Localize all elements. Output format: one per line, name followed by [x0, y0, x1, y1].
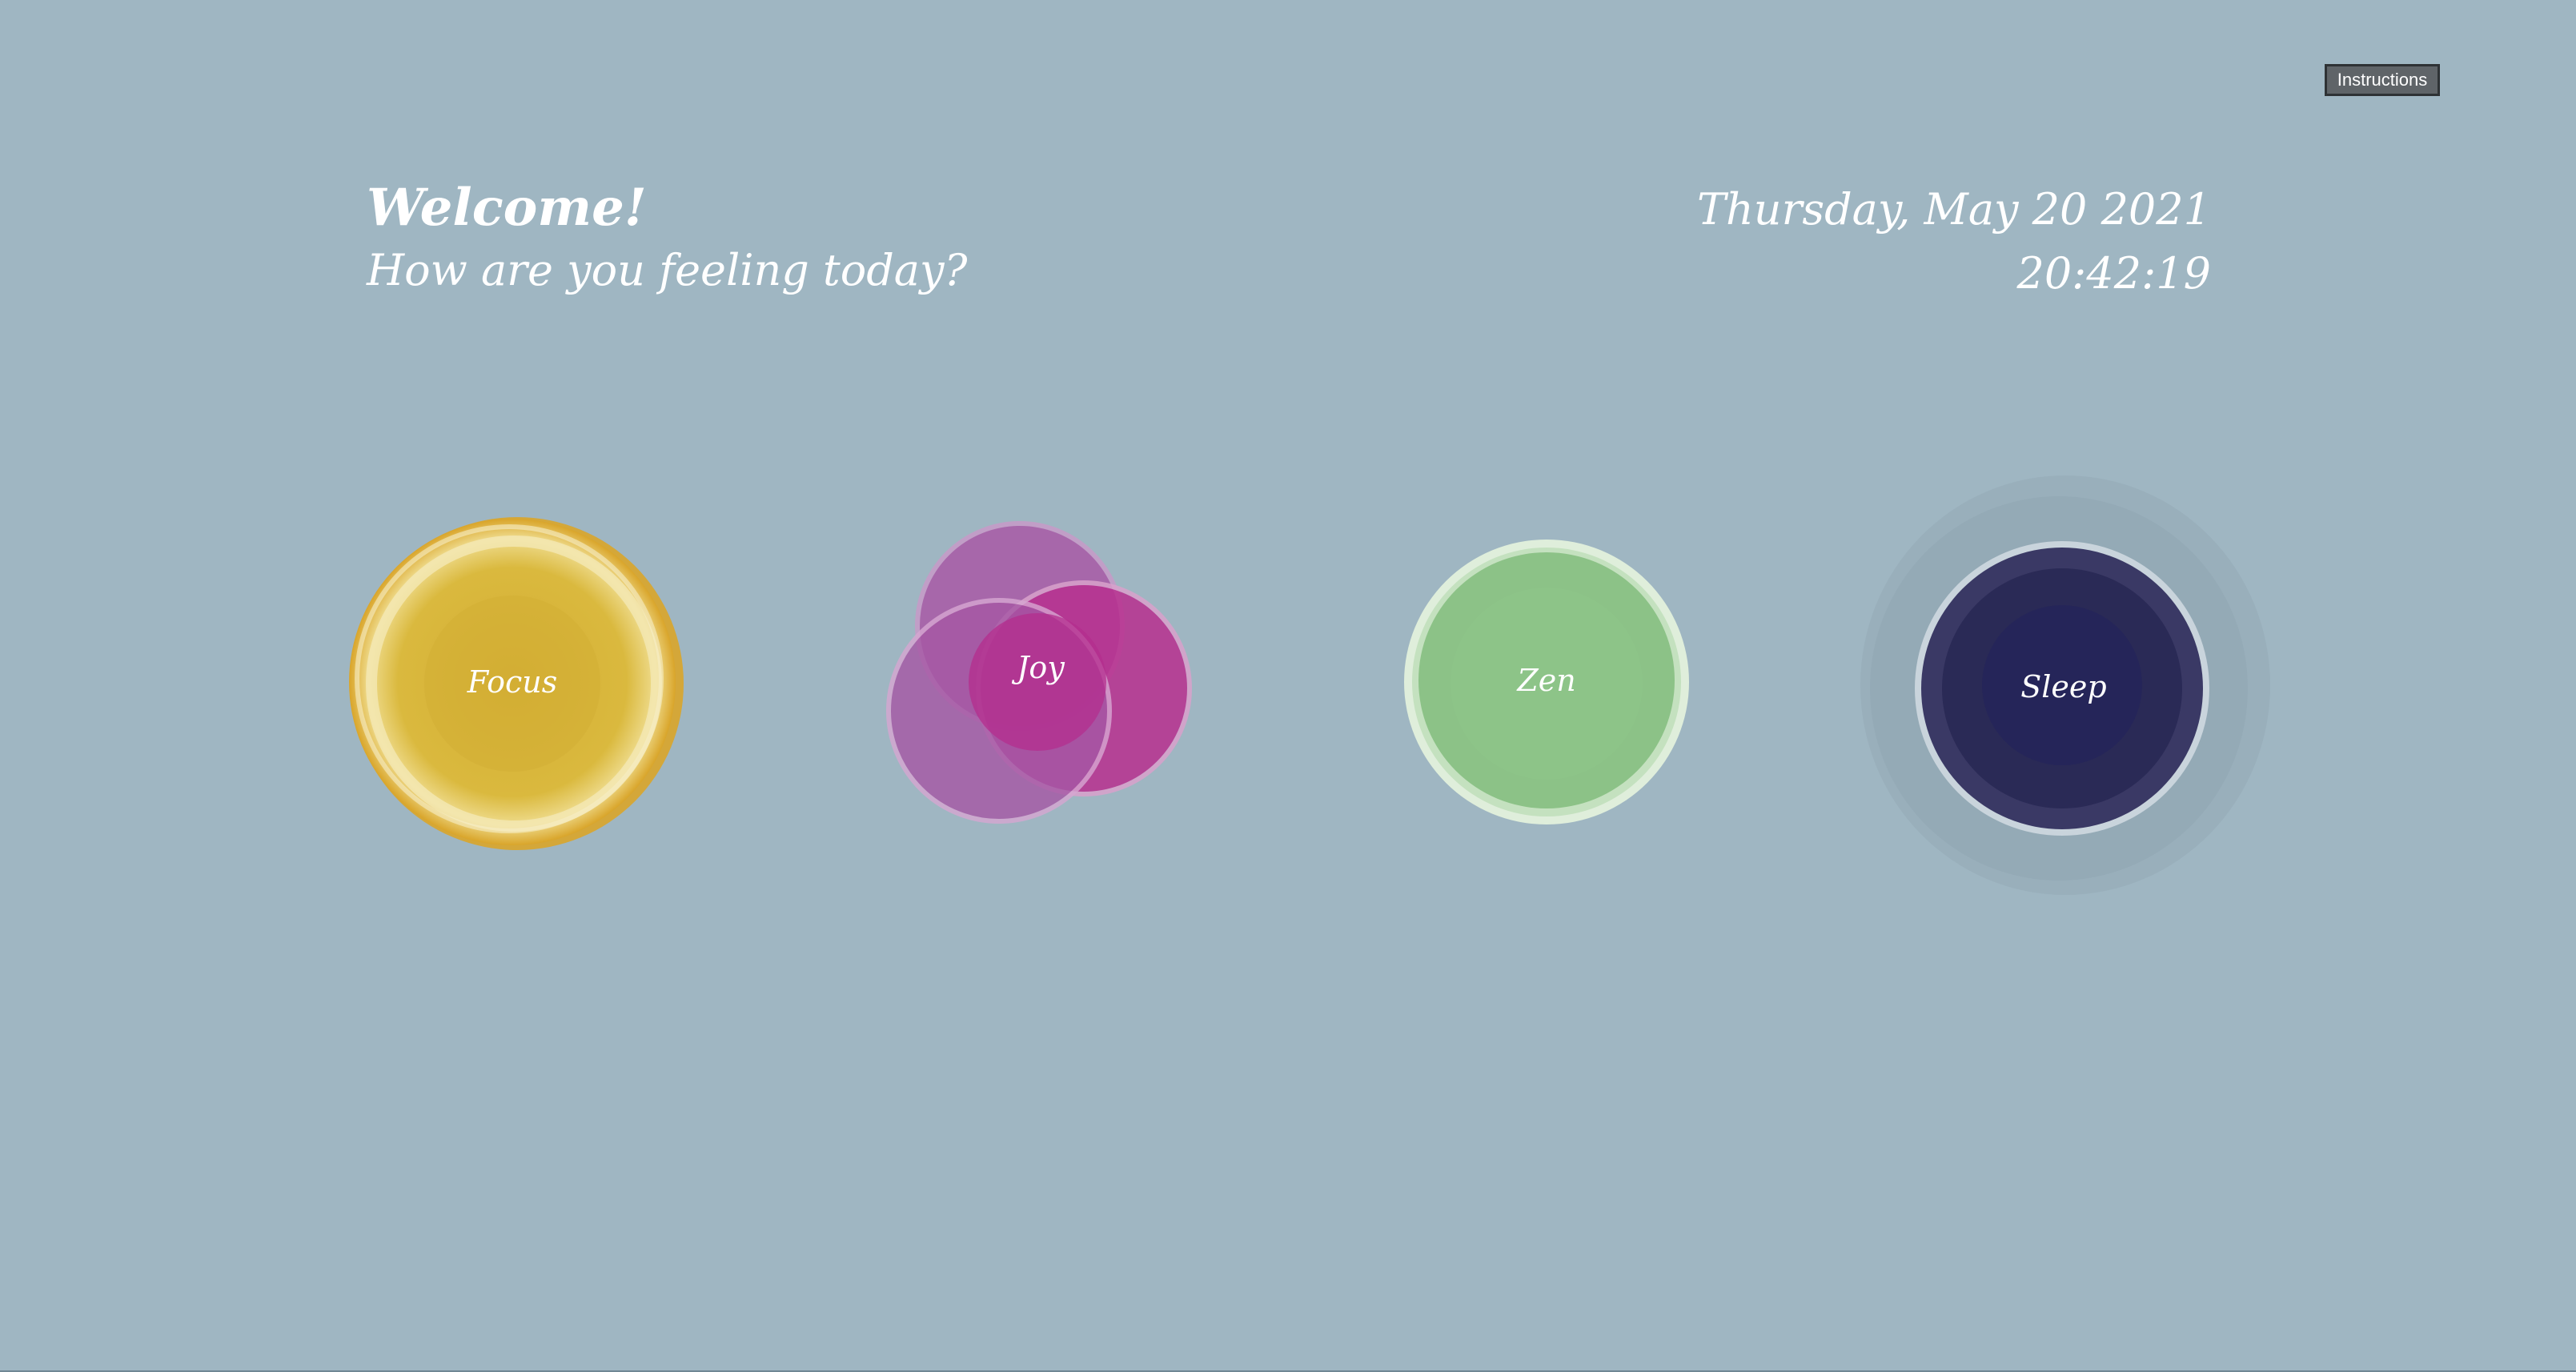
mood-focus-button[interactable]: Focus: [336, 512, 688, 865]
date-time-display: Thursday, May 20 2021 20:42:19: [1697, 178, 2211, 306]
mood-label-sleep: Sleep: [2020, 669, 2107, 704]
mood-zen-button[interactable]: Zen: [1402, 538, 1691, 826]
current-date: Thursday, May 20 2021: [1697, 184, 2211, 235]
greeting-block: Welcome! How are you feeling today?: [367, 176, 967, 301]
mood-joy-button[interactable]: Joy: [881, 512, 1201, 832]
mood-label-focus: Focus: [467, 664, 558, 700]
current-time: 20:42:19: [2016, 248, 2211, 299]
welcome-subtitle: How are you feeling today?: [367, 245, 968, 295]
app-screen: Instructions Welcome! How are you feelin…: [0, 0, 2576, 1372]
mood-label-joy: Joy: [1017, 650, 1065, 685]
welcome-title: Welcome!: [367, 178, 647, 238]
mood-sleep-button[interactable]: Sleep: [1856, 471, 2272, 903]
mood-label-zen: Zen: [1517, 663, 1576, 698]
instructions-button[interactable]: Instructions: [2325, 64, 2440, 96]
